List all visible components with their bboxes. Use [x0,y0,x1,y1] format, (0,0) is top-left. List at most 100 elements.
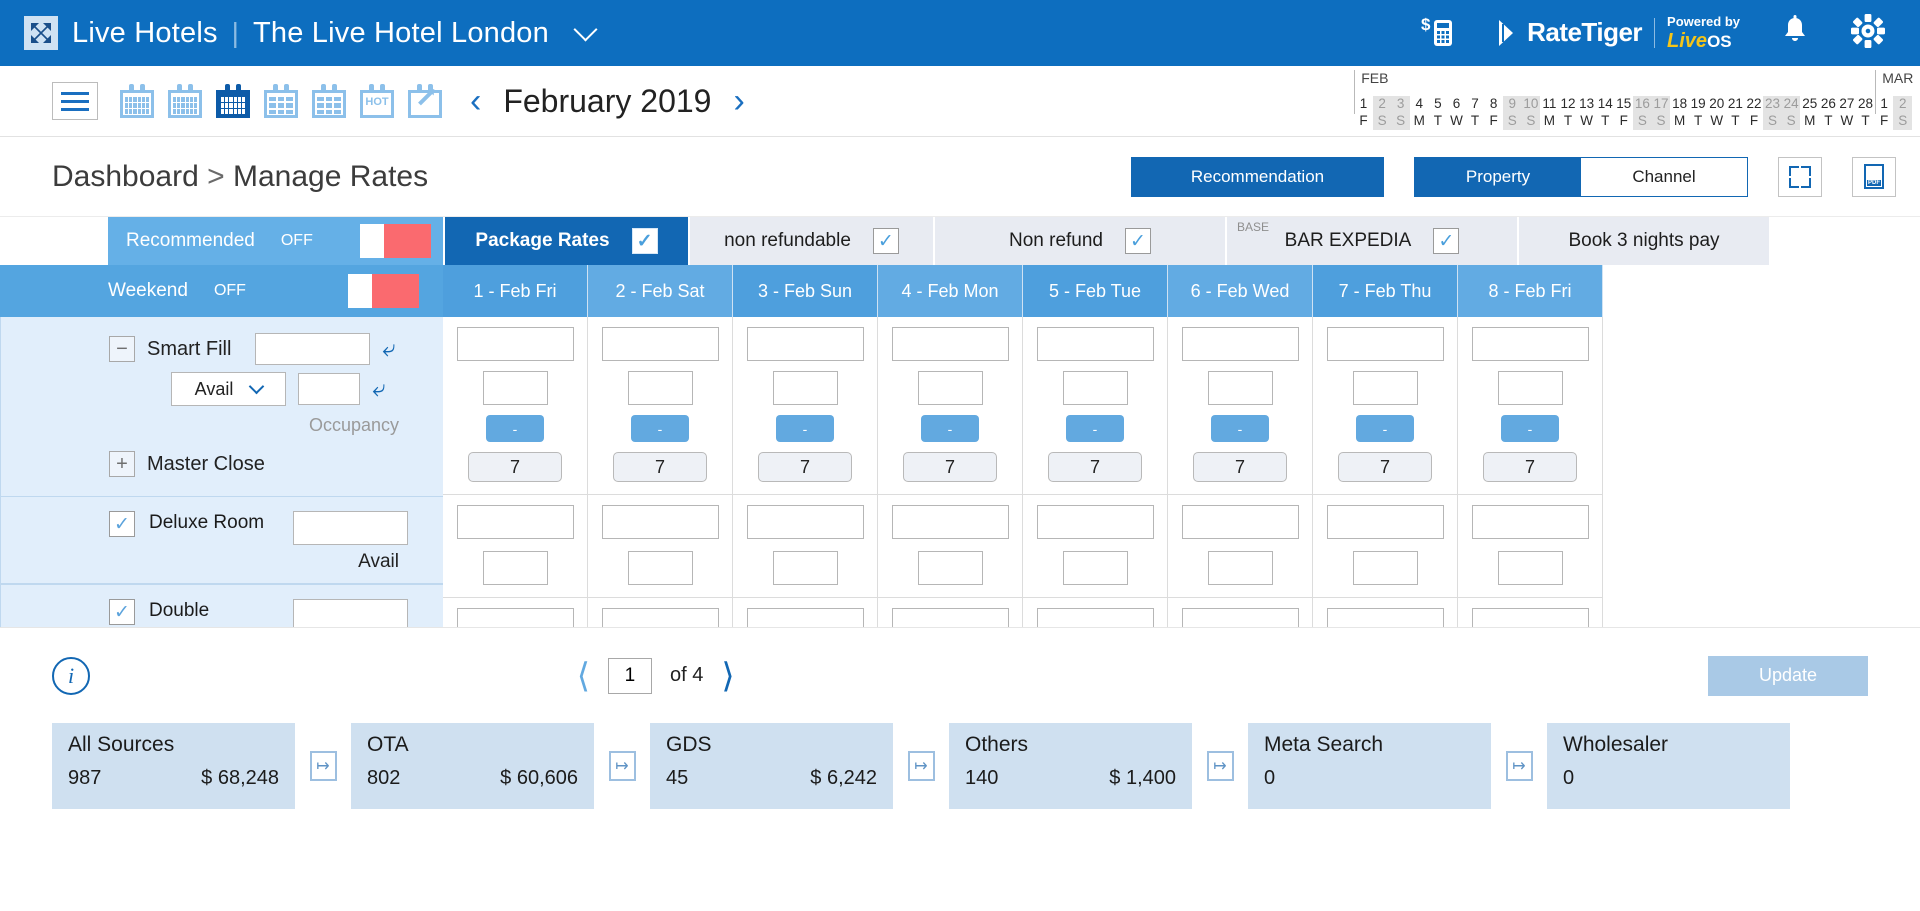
date-column-header[interactable]: 7 - Feb Thu [1313,265,1458,317]
cell-avail-input[interactable] [1497,551,1563,585]
rate-plan-checkbox[interactable]: ✓ [631,228,658,254]
source-card[interactable]: Wholesaler 0 [1547,723,1790,809]
prev-month-button[interactable]: ‹ [470,84,481,118]
cell-avail-input[interactable] [1207,551,1273,585]
plus-square-icon[interactable]: + [109,451,135,477]
datestrip-day[interactable]: 26 T [1819,96,1838,130]
datestrip-day[interactable]: 18 M [1670,96,1689,130]
rate-plan-tab[interactable]: BASE BAR EXPEDIA ✓ [1227,217,1517,265]
cell-avail-input[interactable] [1207,371,1273,405]
datestrip-day[interactable]: 24 S [1781,96,1801,130]
date-column-header[interactable]: 4 - Feb Mon [878,265,1023,317]
cell-minstay-button[interactable]: 7 [1048,452,1142,482]
calendar-week-icon[interactable] [168,84,202,118]
datestrip-day[interactable]: 10 S [1521,96,1541,130]
tab-channel[interactable]: Channel [1581,157,1747,196]
source-card[interactable]: All Sources 987 $ 68,248 [52,723,295,809]
datestrip-day[interactable]: 16 S [1633,96,1652,130]
source-card[interactable]: OTA 802 $ 60,606 [351,723,594,809]
cell-rate-input[interactable] [1181,505,1299,539]
cell-minstay-button[interactable]: 7 [758,452,852,482]
calendar-table-icon[interactable] [312,84,346,118]
datestrip-day[interactable]: 9S [1502,96,1522,130]
room-checkbox[interactable]: ✓ [109,511,135,537]
room-rate-input[interactable] [293,511,408,545]
cell-minus-button[interactable]: - [1066,415,1124,442]
weekend-toggle-switch[interactable] [348,274,419,308]
cell-minstay-button[interactable]: 7 [1483,452,1577,482]
tab-property[interactable]: Property [1415,157,1581,196]
cell-avail-input[interactable] [772,551,838,585]
cell-minus-button[interactable]: - [1501,415,1559,442]
cell-avail-input[interactable] [1062,371,1128,405]
cell-avail-input[interactable] [772,371,838,405]
cell-avail-input[interactable] [627,371,693,405]
datestrip-day[interactable]: 19 T [1689,96,1708,130]
notification-bell-icon[interactable] [1780,14,1810,52]
calendar-month-icon[interactable] [120,84,154,118]
info-circle-icon[interactable]: i [52,656,90,695]
datestrip-day[interactable]: 20 W [1707,96,1726,130]
cell-minstay-button[interactable]: 7 [613,452,707,482]
rate-plan-checkbox[interactable]: ✓ [1433,228,1460,254]
cell-rate-input[interactable] [746,505,864,539]
datestrip-day[interactable]: 28 T [1856,96,1875,130]
cell-minus-button[interactable]: - [486,415,544,442]
datestrip-day[interactable]: 14 T [1596,96,1615,130]
room-checkbox[interactable]: ✓ [109,599,135,625]
cell-rate-input[interactable] [746,608,864,627]
source-card[interactable]: Others 140 $ 1,400 [949,723,1192,809]
expand-right-icon[interactable]: ↦ [907,751,935,781]
breadcrumb-root[interactable]: Dashboard [52,160,199,193]
prev-page-button[interactable]: ⟨ [577,656,590,696]
cell-rate-input[interactable] [601,327,719,361]
cell-rate-input[interactable] [456,608,574,627]
date-column-header[interactable]: 3 - Feb Sun [733,265,878,317]
recommendation-button[interactable]: Recommendation [1131,156,1384,197]
cell-minus-button[interactable]: - [776,415,834,442]
cell-avail-input[interactable] [1062,551,1128,585]
hamburger-menu-icon[interactable] [52,82,98,120]
pdf-export-icon[interactable] [1852,156,1896,197]
cell-minstay-button[interactable]: 7 [1193,452,1287,482]
cell-avail-input[interactable] [482,371,548,405]
cell-rate-input[interactable] [1471,327,1589,361]
datestrip-day[interactable]: 17 S [1651,96,1671,130]
expand-right-icon[interactable]: ↦ [1206,751,1234,781]
calendar-grid-icon[interactable] [216,84,250,118]
datestrip-day[interactable]: 25 M [1800,96,1819,130]
rate-plan-checkbox[interactable]: ✓ [1125,228,1151,254]
cell-rate-input[interactable] [1036,327,1154,361]
expand-fullscreen-icon[interactable] [1778,156,1822,197]
page-number-input[interactable]: 1 [607,657,652,694]
cell-avail-input[interactable] [1352,551,1418,585]
dollar-calculator-icon[interactable]: $ [1421,13,1457,54]
datestrip-day[interactable]: 23 S [1763,96,1782,130]
cell-avail-input[interactable] [917,371,983,405]
rate-plan-tab[interactable]: Book 3 nights pay [1519,217,1769,265]
datestrip-day[interactable]: 11 M [1540,96,1559,130]
cell-minus-button[interactable]: - [1356,415,1414,442]
undo-arrow-icon[interactable]: ⤷ [372,375,385,402]
cell-minus-button[interactable]: - [631,415,689,442]
source-card[interactable]: GDS 45 $ 6,242 [650,723,893,809]
cell-rate-input[interactable] [1471,608,1589,627]
calendar-list-icon[interactable] [264,84,298,118]
settings-gear-icon[interactable] [1850,13,1886,54]
datestrip-day[interactable]: 13 W [1577,96,1596,130]
expand-right-icon[interactable]: ↦ [309,751,337,781]
grid-scroll-area[interactable]: − Smart Fill ⤷ Avail ⤷ Occupancy + Maste… [0,317,1920,627]
cell-avail-input[interactable] [1352,371,1418,405]
cell-rate-input[interactable] [1326,608,1444,627]
cell-rate-input[interactable] [456,505,574,539]
cell-rate-input[interactable] [601,505,719,539]
cell-avail-input[interactable] [1497,371,1563,405]
next-page-button[interactable]: ⟩ [721,656,734,696]
room-rate-input[interactable] [293,599,408,627]
cell-rate-input[interactable] [891,608,1009,627]
date-column-header[interactable]: 8 - Feb Fri [1458,265,1603,317]
cell-minstay-button[interactable]: 7 [1338,452,1432,482]
next-month-button[interactable]: › [733,84,744,118]
datestrip-day[interactable]: 7T [1466,96,1485,130]
recommended-toggle-switch[interactable] [360,224,431,258]
